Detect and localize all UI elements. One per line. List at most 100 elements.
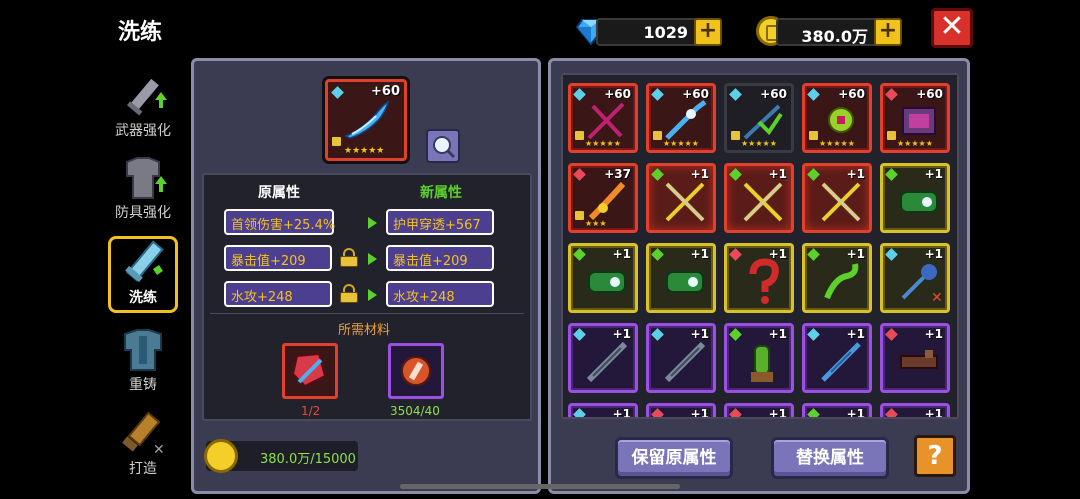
attr-lock-icon[interactable] xyxy=(340,248,358,267)
inventory-item[interactable]: +60 ★★★★★ xyxy=(646,83,716,153)
inventory-item[interactable]: +1 xyxy=(646,323,716,393)
inventory-item[interactable]: +1 xyxy=(880,323,950,393)
item-weapon-icon xyxy=(664,341,706,383)
inventory-item[interactable]: +60 ★★★★★ xyxy=(724,83,794,153)
item-weapon-icon xyxy=(666,271,704,293)
material-count-1: 1/2 xyxy=(301,404,321,418)
cost-value: 380.0万/15000 xyxy=(260,452,356,467)
rarity-gem-icon xyxy=(651,408,664,417)
coin-counter: 380.0万 + xyxy=(776,18,902,46)
ice-sword-icon xyxy=(344,100,390,139)
inventory-item[interactable]: +1 xyxy=(646,243,716,313)
arrow-icon xyxy=(368,289,377,301)
coin-icon xyxy=(204,439,238,473)
item-stars: ★★★★★ xyxy=(897,139,933,148)
new-attr-2: 暴击值+209 xyxy=(386,245,494,271)
item-weapon-icon xyxy=(821,182,861,222)
rarity-gem-icon xyxy=(807,408,820,417)
nav-label: 洗练 xyxy=(129,290,157,306)
inspect-button[interactable] xyxy=(426,129,460,163)
inventory-item[interactable]: +60 ★★★★★ xyxy=(880,83,950,153)
lock-icon xyxy=(653,131,662,140)
inventory-item[interactable]: +1 xyxy=(568,243,638,313)
rarity-gem-icon xyxy=(729,408,742,417)
nav-refine[interactable]: 洗练 xyxy=(108,236,178,313)
material-slot-1[interactable] xyxy=(282,343,338,399)
close-button[interactable]: ✕ xyxy=(931,8,973,48)
nav-label: 打造 xyxy=(129,461,157,477)
nav-weapon-upgrade[interactable]: 武器强化 xyxy=(108,72,178,140)
lock-icon xyxy=(731,131,740,140)
inventory-item[interactable]: +1 xyxy=(880,163,950,233)
item-stars: ★★★★★ xyxy=(663,139,699,148)
inventory-item[interactable]: +1 xyxy=(724,243,794,313)
inventory-item[interactable]: +1 ✕ xyxy=(880,243,950,313)
gem-amount: 1029 xyxy=(643,23,688,42)
inventory-item[interactable]: +1 xyxy=(802,243,872,313)
inventory-item[interactable]: +60 ★★★★★ xyxy=(568,83,638,153)
new-attr-3: 水攻+248 xyxy=(386,281,494,307)
keep-original-button[interactable]: 保留原属性 xyxy=(615,437,733,479)
item-weapon-icon xyxy=(665,182,705,222)
attr-lock-icon[interactable] xyxy=(340,284,358,303)
material-slot-2[interactable] xyxy=(388,343,444,399)
selected-item-stars: ★★★★★ xyxy=(344,146,385,156)
item-weapon-icon xyxy=(586,341,628,383)
nav-label: 防具强化 xyxy=(115,205,171,221)
item-weapon-icon xyxy=(824,263,859,300)
original-attr-1: 首领伤害+25.4% xyxy=(224,209,335,235)
inventory-item[interactable]: +1 xyxy=(802,323,872,393)
nav-label: 重铸 xyxy=(129,377,157,393)
inventory-item[interactable]: +37 ★★★ xyxy=(568,163,638,233)
inventory-item[interactable]: +1 xyxy=(724,323,794,393)
help-button[interactable]: ? xyxy=(914,435,956,477)
inventory-item[interactable]: +1 xyxy=(724,403,794,419)
armor-upgrade-icon xyxy=(117,154,169,204)
forge-icon: ✕ xyxy=(117,410,169,460)
materials-header: 所需材料 xyxy=(338,323,391,338)
inventory-item[interactable]: +60 ★★★★★ xyxy=(802,83,872,153)
nav-forge[interactable]: ✕ 打造 xyxy=(108,410,178,478)
inventory-item[interactable]: +1 xyxy=(568,323,638,393)
item-level: +1 xyxy=(768,407,787,419)
red-orb-icon xyxy=(401,356,431,386)
inventory-item[interactable]: +1 xyxy=(724,163,794,233)
attribute-box: 原属性 新属性 首领伤害+25.4% 护甲穿透+567 暴击值+209 暴击值+… xyxy=(202,173,532,421)
svg-text:✕: ✕ xyxy=(153,442,165,458)
item-stars: ★★★★★ xyxy=(819,139,855,148)
coin-amount: 380.0万 xyxy=(801,27,868,46)
item-stars: ★★★★★ xyxy=(741,139,777,148)
material-count-2: 3504/40 xyxy=(390,404,440,418)
item-level: +1 xyxy=(924,407,943,419)
nav-label: 武器强化 xyxy=(115,123,171,139)
lock-icon xyxy=(332,137,341,146)
inventory-panel: +60 ★★★★★ +60 ★★★★★ +60 ★★★★★ +60 ★★★★★ +60 ★★★★★… xyxy=(548,58,970,494)
nav-armor-upgrade[interactable]: 防具强化 xyxy=(108,154,178,222)
inventory-item[interactable]: +1 xyxy=(802,163,872,233)
item-weapon-icon xyxy=(588,271,626,293)
add-gems-button[interactable]: + xyxy=(694,18,722,46)
replace-attr-button[interactable]: 替换属性 xyxy=(771,437,889,479)
inventory-item[interactable]: +1 xyxy=(646,163,716,233)
lock-icon xyxy=(809,131,818,140)
inventory-item[interactable]: +1 xyxy=(568,403,638,417)
inventory-item[interactable]: +1 xyxy=(802,403,872,419)
nav-recast[interactable]: 重铸 xyxy=(108,326,178,394)
item-weapon-icon xyxy=(900,350,938,369)
arrow-icon xyxy=(368,217,377,229)
new-attr-1: 护甲穿透+567 xyxy=(386,209,494,235)
inventory-item[interactable]: +1 xyxy=(646,403,716,417)
lock-icon xyxy=(575,131,584,140)
magnifier-icon xyxy=(433,136,456,159)
add-coins-button[interactable]: + xyxy=(874,18,902,46)
item-weapon-icon: ✕ xyxy=(901,264,943,306)
lock-icon xyxy=(575,211,584,220)
inventory-item[interactable]: +1 xyxy=(880,403,950,419)
item-weapon-icon xyxy=(749,258,779,304)
refine-panel: +60 ★★★★★ 原属性 新属性 首领伤害+25.4% 护甲穿透+567 暴击… xyxy=(191,58,541,494)
original-attr-header: 原属性 xyxy=(258,185,300,201)
selected-item-slot[interactable]: +60 ★★★★★ xyxy=(325,79,407,161)
item-level: +1 xyxy=(846,407,865,419)
cost-display: 380.0万/15000 xyxy=(204,439,358,473)
item-weapon-icon xyxy=(751,345,773,382)
